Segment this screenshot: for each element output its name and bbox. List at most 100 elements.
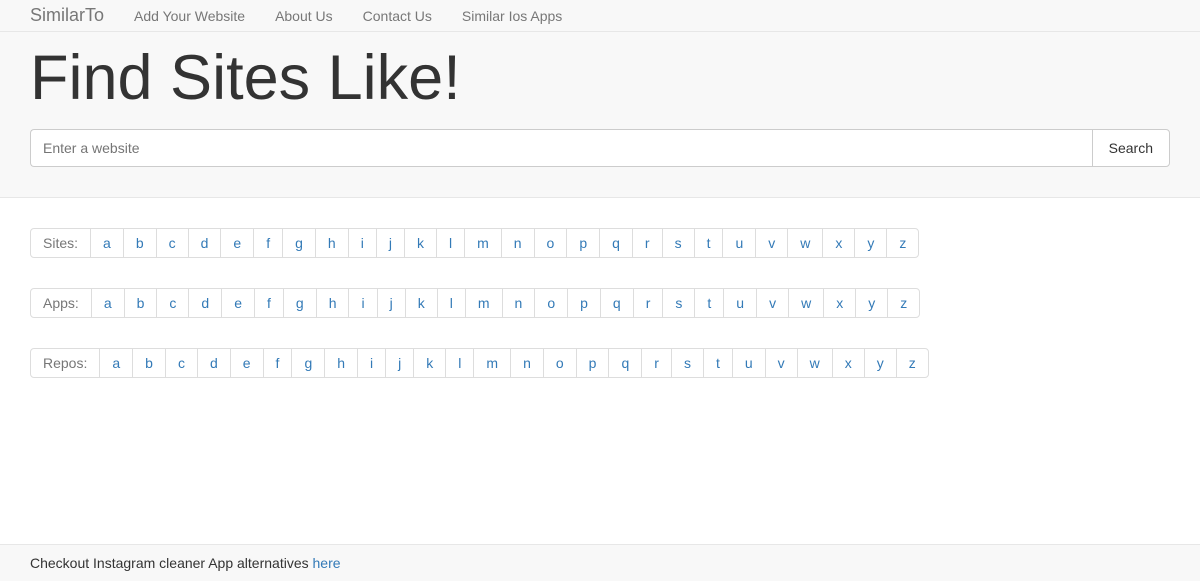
alpha-label: Repos: bbox=[30, 348, 100, 378]
alpha-item-z[interactable]: z bbox=[887, 288, 920, 318]
alpha-row-apps: Apps:abcdefghijklmnopqrstuvwxyz bbox=[30, 288, 1170, 318]
alpha-item-l[interactable]: l bbox=[445, 348, 474, 378]
alpha-item-h[interactable]: h bbox=[316, 288, 350, 318]
alpha-item-h[interactable]: h bbox=[324, 348, 358, 378]
alpha-item-m[interactable]: m bbox=[465, 288, 503, 318]
alpha-item-t[interactable]: t bbox=[703, 348, 733, 378]
alpha-item-a[interactable]: a bbox=[99, 348, 133, 378]
footer-text: Checkout Instagram cleaner App alternati… bbox=[30, 555, 313, 571]
brand-link[interactable]: SimilarTo bbox=[30, 0, 119, 31]
nav-link-add-website[interactable]: Add Your Website bbox=[119, 3, 260, 29]
alpha-item-i[interactable]: i bbox=[348, 228, 377, 258]
alpha-item-t[interactable]: t bbox=[694, 288, 724, 318]
alpha-item-j[interactable]: j bbox=[377, 288, 406, 318]
alpha-item-c[interactable]: c bbox=[165, 348, 198, 378]
alpha-item-j[interactable]: j bbox=[385, 348, 414, 378]
footer: Checkout Instagram cleaner App alternati… bbox=[0, 544, 1200, 581]
content-section: Sites:abcdefghijklmnopqrstuvwxyzApps:abc… bbox=[0, 198, 1200, 438]
alpha-item-a[interactable]: a bbox=[91, 288, 125, 318]
search-button[interactable]: Search bbox=[1092, 129, 1170, 167]
alpha-item-e[interactable]: e bbox=[230, 348, 264, 378]
alpha-item-d[interactable]: d bbox=[188, 228, 222, 258]
alpha-item-q[interactable]: q bbox=[600, 288, 634, 318]
alpha-item-p[interactable]: p bbox=[566, 228, 600, 258]
alpha-item-a[interactable]: a bbox=[90, 228, 124, 258]
alpha-item-n[interactable]: n bbox=[501, 228, 535, 258]
alpha-item-g[interactable]: g bbox=[291, 348, 325, 378]
hero-section: Find Sites Like! Search bbox=[0, 32, 1200, 198]
alpha-row-sites: Sites:abcdefghijklmnopqrstuvwxyz bbox=[30, 228, 1170, 258]
alpha-item-w[interactable]: w bbox=[797, 348, 833, 378]
alpha-item-x[interactable]: x bbox=[822, 228, 855, 258]
alpha-item-b[interactable]: b bbox=[123, 228, 157, 258]
alpha-item-e[interactable]: e bbox=[220, 228, 254, 258]
alpha-item-s[interactable]: s bbox=[671, 348, 704, 378]
alpha-item-l[interactable]: l bbox=[437, 288, 466, 318]
alpha-label: Apps: bbox=[30, 288, 92, 318]
alpha-item-y[interactable]: y bbox=[855, 288, 888, 318]
alpha-item-z[interactable]: z bbox=[886, 228, 919, 258]
alpha-item-n[interactable]: n bbox=[510, 348, 544, 378]
alpha-item-c[interactable]: c bbox=[156, 288, 189, 318]
nav-links: Add Your Website About Us Contact Us Sim… bbox=[119, 3, 577, 29]
alpha-item-k[interactable]: k bbox=[405, 288, 438, 318]
alpha-item-f[interactable]: f bbox=[263, 348, 293, 378]
navbar: SimilarTo Add Your Website About Us Cont… bbox=[0, 0, 1200, 32]
alpha-item-b[interactable]: b bbox=[124, 288, 158, 318]
nav-link-about[interactable]: About Us bbox=[260, 3, 348, 29]
alpha-item-g[interactable]: g bbox=[282, 228, 316, 258]
alpha-item-y[interactable]: y bbox=[864, 348, 897, 378]
alpha-item-r[interactable]: r bbox=[641, 348, 672, 378]
alpha-item-m[interactable]: m bbox=[473, 348, 511, 378]
alpha-item-v[interactable]: v bbox=[756, 288, 789, 318]
alpha-item-v[interactable]: v bbox=[755, 228, 788, 258]
alpha-item-p[interactable]: p bbox=[576, 348, 610, 378]
alpha-item-o[interactable]: o bbox=[534, 288, 568, 318]
alpha-item-d[interactable]: d bbox=[197, 348, 231, 378]
search-form: Search bbox=[30, 129, 1170, 167]
alpha-item-y[interactable]: y bbox=[854, 228, 887, 258]
alpha-item-f[interactable]: f bbox=[253, 228, 283, 258]
nav-link-contact[interactable]: Contact Us bbox=[348, 3, 447, 29]
alpha-item-p[interactable]: p bbox=[567, 288, 601, 318]
alpha-item-v[interactable]: v bbox=[765, 348, 798, 378]
footer-link[interactable]: here bbox=[313, 555, 341, 571]
alpha-item-k[interactable]: k bbox=[404, 228, 437, 258]
alpha-item-u[interactable]: u bbox=[732, 348, 766, 378]
alpha-item-x[interactable]: x bbox=[832, 348, 865, 378]
alpha-item-r[interactable]: r bbox=[632, 228, 663, 258]
alpha-item-t[interactable]: t bbox=[694, 228, 724, 258]
alpha-item-z[interactable]: z bbox=[896, 348, 929, 378]
alpha-item-o[interactable]: o bbox=[543, 348, 577, 378]
alpha-item-w[interactable]: w bbox=[788, 288, 824, 318]
alpha-item-g[interactable]: g bbox=[283, 288, 317, 318]
alpha-item-s[interactable]: s bbox=[662, 228, 695, 258]
alpha-item-c[interactable]: c bbox=[156, 228, 189, 258]
alpha-item-q[interactable]: q bbox=[599, 228, 633, 258]
alpha-row-repos: Repos:abcdefghijklmnopqrstuvwxyz bbox=[30, 348, 1170, 378]
page-title: Find Sites Like! bbox=[30, 42, 1170, 114]
alpha-item-r[interactable]: r bbox=[633, 288, 664, 318]
alpha-item-f[interactable]: f bbox=[254, 288, 284, 318]
alpha-item-h[interactable]: h bbox=[315, 228, 349, 258]
alpha-item-x[interactable]: x bbox=[823, 288, 856, 318]
alpha-item-l[interactable]: l bbox=[436, 228, 465, 258]
alpha-item-o[interactable]: o bbox=[534, 228, 568, 258]
alpha-item-s[interactable]: s bbox=[662, 288, 695, 318]
alpha-item-j[interactable]: j bbox=[376, 228, 405, 258]
alpha-item-k[interactable]: k bbox=[413, 348, 446, 378]
alpha-item-b[interactable]: b bbox=[132, 348, 166, 378]
alpha-item-n[interactable]: n bbox=[502, 288, 536, 318]
alpha-item-u[interactable]: u bbox=[723, 288, 757, 318]
alpha-label: Sites: bbox=[30, 228, 91, 258]
alpha-item-i[interactable]: i bbox=[348, 288, 377, 318]
alpha-item-w[interactable]: w bbox=[787, 228, 823, 258]
alpha-item-q[interactable]: q bbox=[608, 348, 642, 378]
search-input[interactable] bbox=[30, 129, 1092, 167]
alpha-item-u[interactable]: u bbox=[722, 228, 756, 258]
alpha-item-e[interactable]: e bbox=[221, 288, 255, 318]
alpha-item-d[interactable]: d bbox=[188, 288, 222, 318]
nav-link-ios-apps[interactable]: Similar Ios Apps bbox=[447, 3, 577, 29]
alpha-item-m[interactable]: m bbox=[464, 228, 502, 258]
alpha-item-i[interactable]: i bbox=[357, 348, 386, 378]
